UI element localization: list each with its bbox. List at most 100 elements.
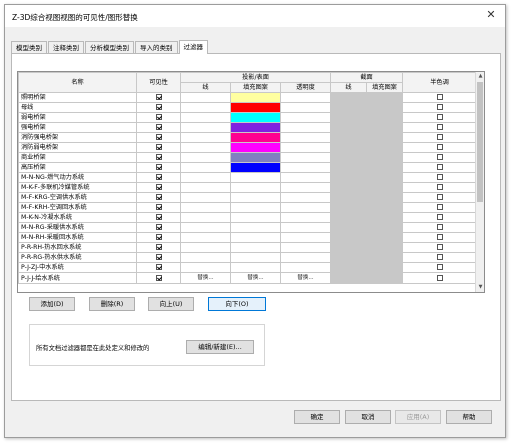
filter-name[interactable]: 强电桥架 xyxy=(18,122,137,133)
projection-fill-cell[interactable] xyxy=(230,252,281,263)
halftone-checkbox[interactable] xyxy=(436,234,443,240)
filter-row[interactable]: 高压桥架 xyxy=(18,162,477,173)
cut-fill-cell[interactable] xyxy=(366,262,403,273)
halftone-checkbox[interactable] xyxy=(436,264,443,270)
visibility-checkbox[interactable] xyxy=(155,264,162,270)
transparency-cell[interactable] xyxy=(280,222,331,233)
filter-name[interactable]: P-R-RH-热水回水系统 xyxy=(18,242,137,253)
visibility-cell[interactable] xyxy=(136,182,181,193)
visibility-checkbox[interactable] xyxy=(155,204,162,210)
cancel-button[interactable]: 取消 xyxy=(345,410,391,424)
apply-button[interactable]: 应用(A) xyxy=(395,410,441,424)
projection-lines-cell[interactable] xyxy=(180,252,231,263)
cut-lines-cell[interactable] xyxy=(330,162,367,173)
visibility-cell[interactable] xyxy=(136,242,181,253)
visibility-checkbox[interactable] xyxy=(155,244,162,250)
ok-button[interactable]: 确定 xyxy=(294,410,340,424)
projection-fill-cell[interactable] xyxy=(230,232,281,243)
projection-fill-cell[interactable]: 替换... xyxy=(230,272,281,284)
filter-name[interactable]: M-F-KRH-空调回水系统 xyxy=(18,202,137,213)
cut-lines-cell[interactable] xyxy=(330,122,367,133)
override-button[interactable]: 替换... xyxy=(297,275,313,281)
transparency-cell[interactable] xyxy=(280,122,331,133)
projection-fill-cell[interactable] xyxy=(230,112,281,123)
halftone-cell[interactable] xyxy=(402,272,477,284)
cut-lines-cell[interactable] xyxy=(330,102,367,113)
filter-name[interactable]: M-N-NG-燃气动力系统 xyxy=(18,172,137,183)
visibility-cell[interactable] xyxy=(136,232,181,243)
filter-row[interactable]: 消防弱电桥架 xyxy=(18,142,477,153)
visibility-cell[interactable] xyxy=(136,142,181,153)
cut-fill-cell[interactable] xyxy=(366,122,403,133)
cut-fill-cell[interactable] xyxy=(366,272,403,284)
projection-lines-cell[interactable]: 替换... xyxy=(180,272,231,284)
filter-row[interactable]: M-N-RG-采暖供水系统 xyxy=(18,222,477,233)
cut-fill-cell[interactable] xyxy=(366,102,403,113)
cut-lines-cell[interactable] xyxy=(330,202,367,213)
halftone-cell[interactable] xyxy=(402,222,477,233)
visibility-checkbox[interactable] xyxy=(155,174,162,180)
visibility-checkbox[interactable] xyxy=(155,164,162,170)
visibility-checkbox[interactable] xyxy=(155,94,162,100)
filter-name[interactable]: M-N-RH-采暖回水系统 xyxy=(18,232,137,243)
cut-fill-cell[interactable] xyxy=(366,232,403,243)
transparency-cell[interactable] xyxy=(280,192,331,203)
projection-lines-cell[interactable] xyxy=(180,112,231,123)
visibility-cell[interactable] xyxy=(136,192,181,203)
filter-name[interactable]: M-K-F-多联机冷媒管系统 xyxy=(18,182,137,193)
visibility-checkbox[interactable] xyxy=(155,144,162,150)
projection-fill-cell[interactable] xyxy=(230,122,281,133)
halftone-cell[interactable] xyxy=(402,152,477,163)
fill-color-swatch[interactable] xyxy=(231,153,280,162)
cut-lines-cell[interactable] xyxy=(330,252,367,263)
visibility-cell[interactable] xyxy=(136,92,181,103)
halftone-cell[interactable] xyxy=(402,142,477,153)
transparency-cell[interactable] xyxy=(280,92,331,103)
halftone-cell[interactable] xyxy=(402,212,477,223)
projection-fill-cell[interactable] xyxy=(230,152,281,163)
projection-lines-cell[interactable] xyxy=(180,102,231,113)
halftone-checkbox[interactable] xyxy=(436,124,443,130)
cut-fill-cell[interactable] xyxy=(366,132,403,143)
fill-color-swatch[interactable] xyxy=(231,93,280,102)
halftone-cell[interactable] xyxy=(402,182,477,193)
cut-fill-cell[interactable] xyxy=(366,162,403,173)
visibility-cell[interactable] xyxy=(136,222,181,233)
halftone-checkbox[interactable] xyxy=(436,224,443,230)
halftone-cell[interactable] xyxy=(402,262,477,273)
projection-fill-cell[interactable] xyxy=(230,182,281,193)
visibility-cell[interactable] xyxy=(136,112,181,123)
cut-fill-cell[interactable] xyxy=(366,172,403,183)
projection-fill-cell[interactable] xyxy=(230,202,281,213)
cut-fill-cell[interactable] xyxy=(366,192,403,203)
transparency-cell[interactable]: 替换... xyxy=(280,272,331,284)
vertical-scrollbar[interactable]: ▲ ▼ xyxy=(475,72,484,292)
halftone-cell[interactable] xyxy=(402,192,477,203)
scroll-down-icon[interactable]: ▼ xyxy=(476,283,484,292)
projection-lines-cell[interactable] xyxy=(180,162,231,173)
halftone-checkbox[interactable] xyxy=(436,134,443,140)
halftone-checkbox[interactable] xyxy=(436,94,443,100)
filter-row[interactable]: P-R-RG-热水供水系统 xyxy=(18,252,477,263)
filter-row[interactable]: M-K-F-多联机冷媒管系统 xyxy=(18,182,477,193)
projection-lines-cell[interactable] xyxy=(180,172,231,183)
move-up-button[interactable]: 向上(U) xyxy=(148,297,194,311)
scroll-thumb[interactable] xyxy=(477,82,483,202)
filter-name[interactable]: 商业桥架 xyxy=(18,152,137,163)
filter-row[interactable]: M-F-KRG-空调供水系统 xyxy=(18,192,477,203)
visibility-cell[interactable] xyxy=(136,132,181,143)
projection-fill-cell[interactable] xyxy=(230,192,281,203)
halftone-checkbox[interactable] xyxy=(436,144,443,150)
halftone-checkbox[interactable] xyxy=(436,104,443,110)
visibility-checkbox[interactable] xyxy=(155,154,162,160)
visibility-checkbox[interactable] xyxy=(155,214,162,220)
transparency-cell[interactable] xyxy=(280,152,331,163)
visibility-cell[interactable] xyxy=(136,102,181,113)
filter-name[interactable]: 母线 xyxy=(18,102,137,113)
visibility-cell[interactable] xyxy=(136,152,181,163)
projection-lines-cell[interactable] xyxy=(180,232,231,243)
filter-name[interactable]: P-J-ZJ-中水系统 xyxy=(18,262,137,273)
projection-lines-cell[interactable] xyxy=(180,212,231,223)
projection-fill-cell[interactable] xyxy=(230,162,281,173)
transparency-cell[interactable] xyxy=(280,172,331,183)
